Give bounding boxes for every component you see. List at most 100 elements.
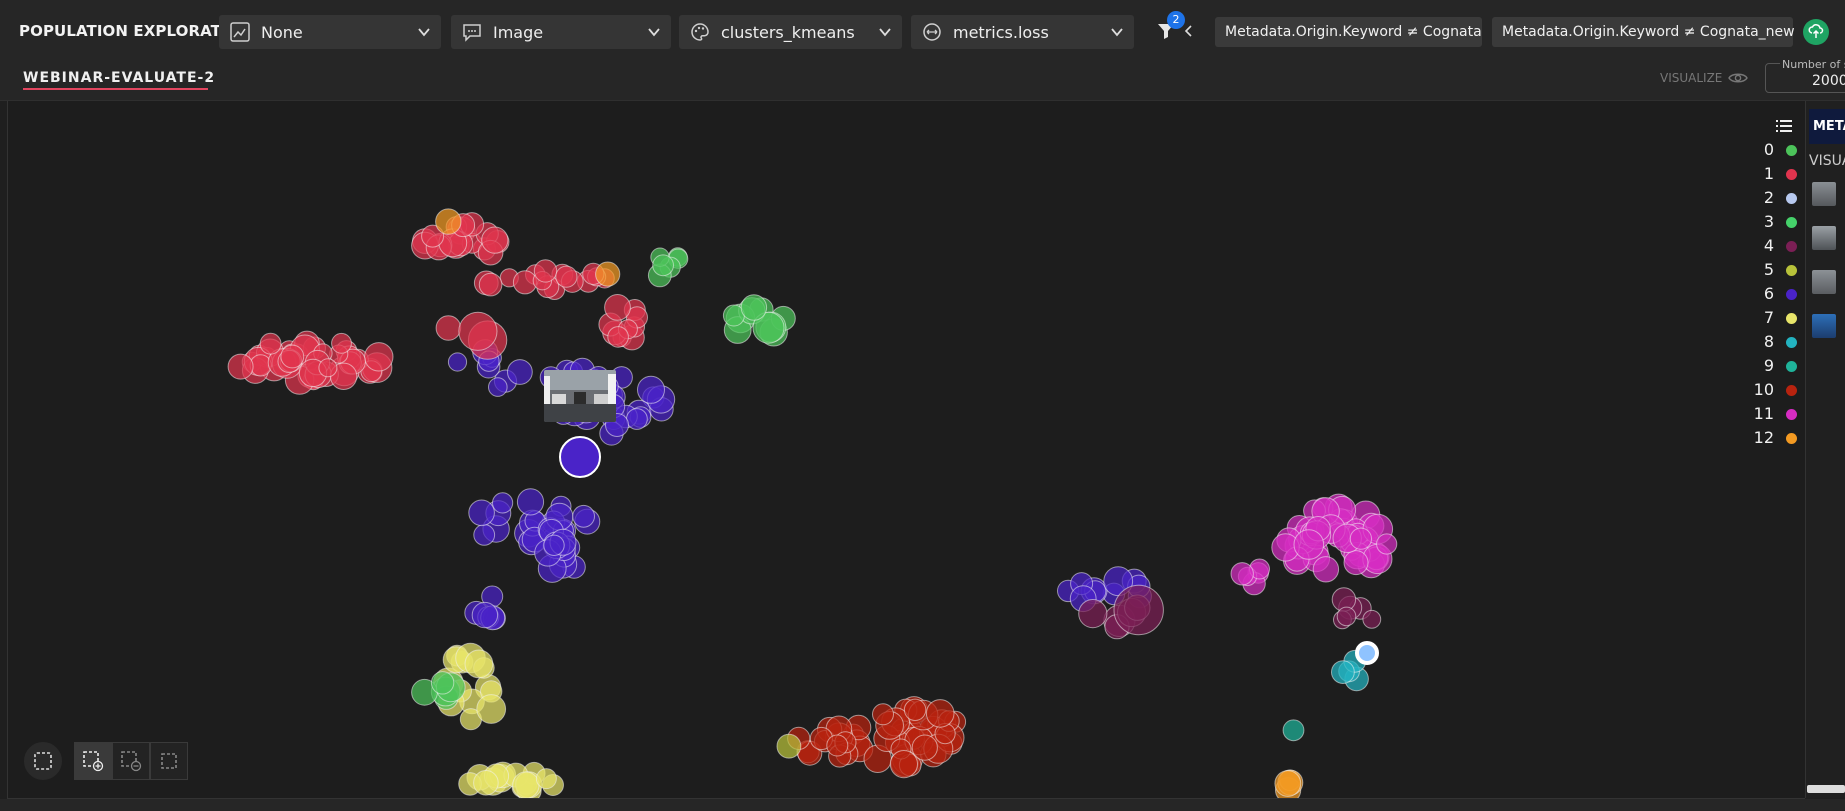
scatter-point[interactable] (447, 352, 468, 372)
chevron-left-icon[interactable] (1184, 25, 1194, 37)
scatter-point[interactable] (516, 488, 545, 516)
scatter-point[interactable] (595, 261, 621, 287)
legend-item[interactable]: 10 (1740, 380, 1800, 404)
horizontal-scrollbar[interactable] (1807, 785, 1845, 793)
legend-item[interactable]: 11 (1740, 404, 1800, 428)
street-image (544, 370, 616, 422)
scatter-point[interactable] (925, 699, 955, 728)
scatter-point[interactable] (280, 344, 305, 369)
dropdown-color[interactable]: clusters_kmeans (679, 15, 902, 49)
scatter-point[interactable] (1336, 606, 1357, 627)
scatter-canvas[interactable] (7, 101, 1805, 799)
tab-metadata[interactable]: METADATA (1809, 109, 1845, 144)
legend-item[interactable]: 9 (1740, 356, 1800, 380)
scatter-point[interactable] (458, 311, 498, 351)
scatter-point[interactable] (572, 504, 595, 528)
scatter-point[interactable] (331, 332, 352, 354)
scatter-point[interactable] (740, 294, 768, 321)
list-icon[interactable] (1775, 117, 1793, 135)
scatter-point[interactable] (1113, 584, 1164, 636)
scatter-point[interactable] (1078, 598, 1108, 629)
selected-point[interactable] (559, 436, 601, 478)
scatter-point[interactable] (535, 768, 557, 790)
select-remove-button[interactable] (112, 742, 150, 780)
legend-item[interactable]: 1 (1740, 164, 1800, 188)
scatter-point[interactable] (1331, 660, 1355, 684)
legend-item[interactable]: 7 (1740, 308, 1800, 332)
scatter-point[interactable] (471, 601, 499, 629)
scatter-point[interactable] (512, 771, 540, 798)
legend-item[interactable]: 4 (1740, 236, 1800, 260)
thumbnail[interactable] (1812, 182, 1836, 206)
scatter-point[interactable] (872, 703, 894, 726)
thumbnail[interactable] (1812, 226, 1836, 250)
scatter-point[interactable] (481, 226, 509, 254)
scatter-point[interactable] (507, 359, 533, 385)
legend-item[interactable]: 12 (1740, 428, 1800, 452)
upload-button[interactable] (1803, 19, 1829, 45)
scatter-point[interactable] (889, 750, 919, 779)
scatter-point[interactable] (1274, 770, 1302, 797)
scatter-point[interactable] (464, 649, 494, 679)
legend-item[interactable]: 2 (1740, 188, 1800, 212)
project-name[interactable]: WEBINAR-EVALUATE-2 (23, 70, 215, 86)
scatter-point[interactable] (1349, 527, 1373, 550)
scatter-point[interactable] (607, 326, 629, 348)
scatter-point[interactable] (473, 524, 496, 546)
legend-swatch (1786, 433, 1797, 444)
dropdown-size[interactable]: metrics.loss (911, 15, 1134, 49)
scatter-point[interactable] (604, 294, 631, 321)
legend-label: 4 (1763, 236, 1774, 255)
scatter-point[interactable] (430, 671, 455, 695)
scatter-point[interactable] (903, 698, 927, 721)
hovered-point[interactable] (1355, 641, 1379, 665)
scatter-point[interactable] (473, 770, 499, 796)
scatter-point[interactable] (1293, 529, 1325, 560)
select-tool-button[interactable] (24, 742, 62, 780)
scatter-point[interactable] (435, 315, 462, 341)
scatter-plot[interactable] (8, 101, 1805, 798)
scatter-point[interactable] (776, 733, 802, 759)
scatter-point[interactable] (476, 694, 507, 724)
sample-thumbnail[interactable] (544, 370, 616, 422)
scatter-point[interactable] (533, 259, 558, 283)
scatter-point[interactable] (626, 408, 648, 430)
scatter-point[interactable] (1343, 550, 1369, 576)
scatter-point[interactable] (543, 534, 565, 556)
scatter-point[interactable] (911, 734, 938, 761)
clear-selection-button[interactable] (150, 742, 188, 780)
visualize-button[interactable]: VISUALIZE (1660, 71, 1749, 85)
legend-item[interactable]: 8 (1740, 332, 1800, 356)
scatter-point[interactable] (652, 254, 674, 277)
select-add-button[interactable] (74, 742, 112, 780)
dropdown-tooltip[interactable]: Image (451, 15, 671, 49)
legend-item[interactable]: 6 (1740, 284, 1800, 308)
scatter-point[interactable] (435, 208, 462, 235)
scatter-point[interactable] (555, 265, 578, 288)
thumbnail[interactable] (1812, 314, 1836, 338)
scatter-point[interactable] (637, 375, 665, 404)
thumbnail[interactable] (1812, 270, 1836, 294)
scatter-point[interactable] (488, 377, 508, 397)
scatter-point[interactable] (1230, 562, 1254, 586)
filter-chip[interactable]: Metadata.Origin.Keyword ≠ Cognata_new (1492, 17, 1795, 47)
scatter-point[interactable] (1362, 609, 1382, 629)
scatter-point[interactable] (318, 358, 338, 378)
legend-item[interactable]: 3 (1740, 212, 1800, 236)
legend-item[interactable]: 0 (1740, 140, 1800, 164)
filter-chip[interactable]: Metadata.Origin.Keyword ≠ Cognata (1215, 17, 1482, 47)
scatter-point[interactable] (492, 492, 514, 514)
legend-label: 7 (1763, 308, 1774, 327)
scatter-point[interactable] (1312, 556, 1340, 583)
scatter-point[interactable] (478, 272, 503, 297)
scatter-point[interactable] (1376, 533, 1398, 555)
scatter-point[interactable] (1282, 719, 1305, 742)
dropdown-x-axis[interactable]: None (219, 15, 441, 49)
scatter-point[interactable] (826, 734, 849, 757)
scatter-point[interactable] (259, 332, 282, 355)
legend-label: 9 (1763, 356, 1774, 375)
scatter-point[interactable] (468, 499, 495, 527)
scatter-point[interactable] (227, 353, 254, 380)
scatter-point[interactable] (364, 342, 394, 372)
legend-item[interactable]: 5 (1740, 260, 1800, 284)
